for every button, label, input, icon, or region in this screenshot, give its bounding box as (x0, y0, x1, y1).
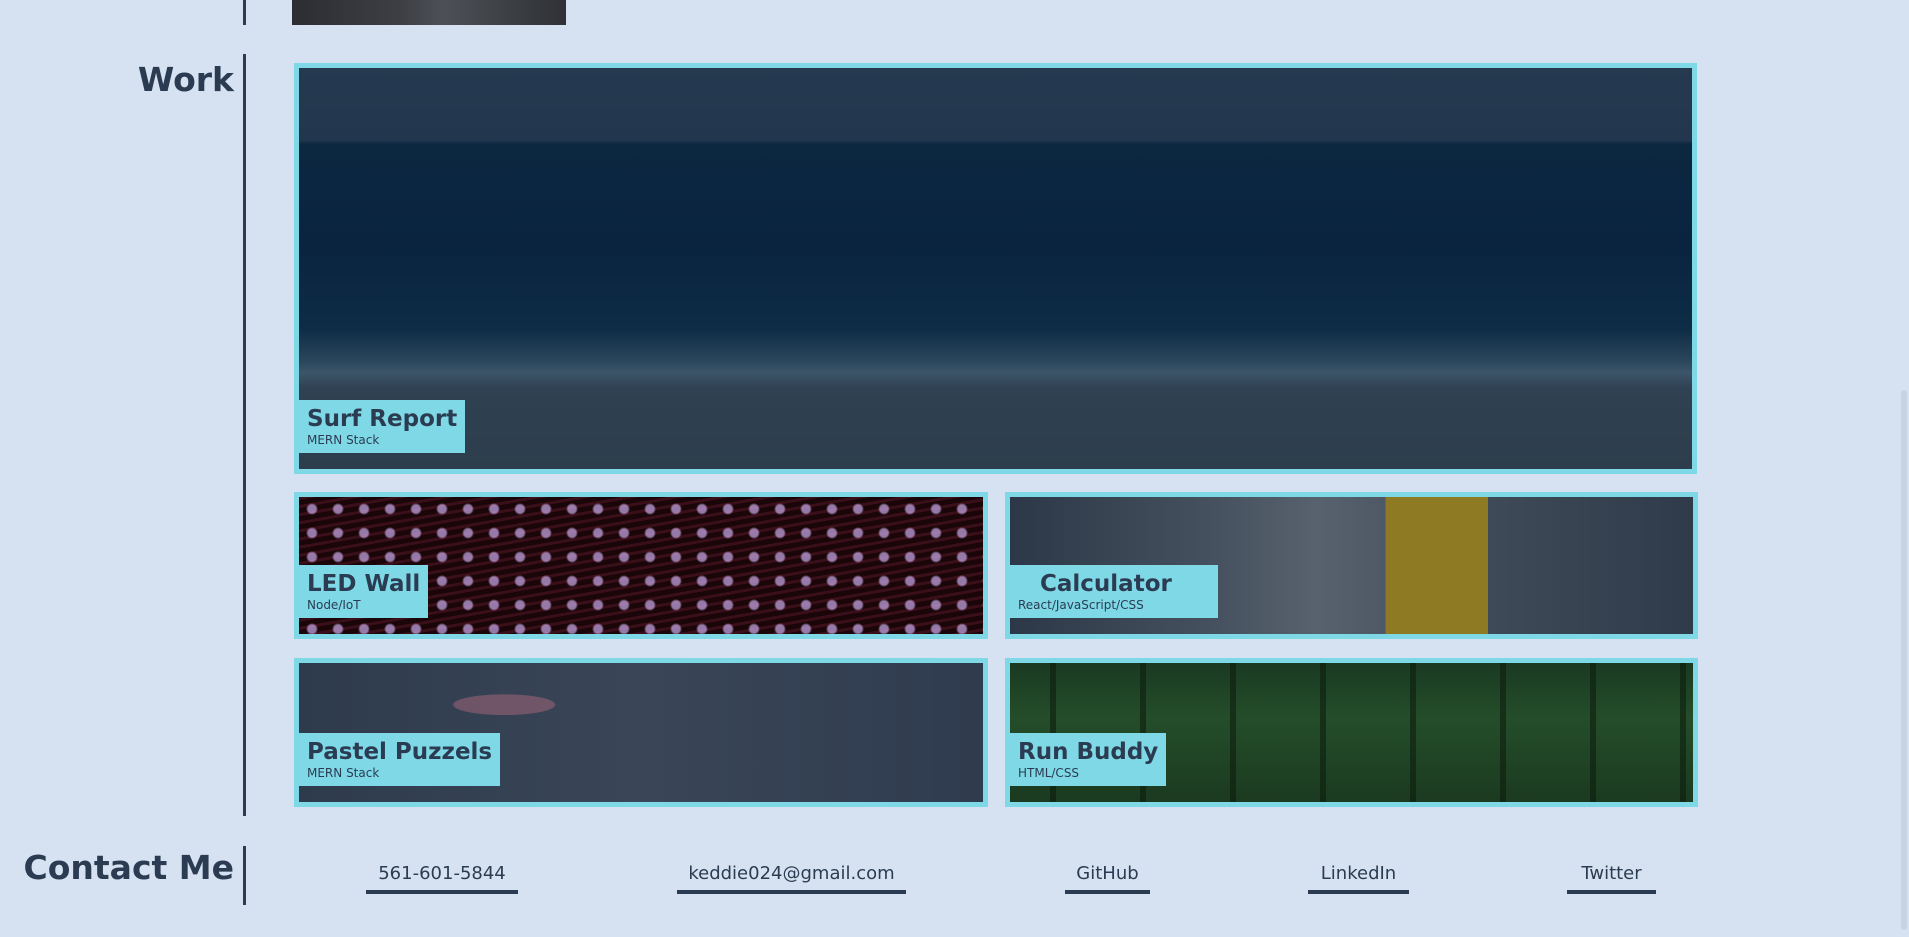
contact-section-title: Contact Me (23, 848, 234, 887)
contact-email-link[interactable]: keddie024@gmail.com (677, 863, 906, 894)
project-caption: Calculator React/JavaScript/CSS (1010, 565, 1218, 618)
project-tech: MERN Stack (307, 766, 380, 780)
project-caption: Pastel Puzzels MERN Stack (299, 733, 501, 786)
project-card-run-buddy[interactable]: Run Buddy HTML/CSS (1005, 658, 1698, 807)
profile-photo (292, 0, 566, 25)
contact-github-link[interactable]: GitHub (1065, 863, 1150, 894)
section-divider-line (243, 846, 246, 905)
work-section-title: Work (137, 60, 234, 99)
contact-linkedin-link[interactable]: LinkedIn (1308, 863, 1409, 894)
project-tech: React/JavaScript/CSS (1018, 598, 1144, 612)
project-card-led-wall[interactable]: LED Wall Node/IoT (294, 492, 988, 639)
section-divider-line (243, 0, 246, 25)
scrollbar-thumb[interactable] (1901, 390, 1907, 930)
project-name: Run Buddy (1018, 739, 1159, 765)
project-card-surf-report[interactable]: Surf Report MERN Stack (294, 63, 1697, 474)
page-scrollbar[interactable] (1897, 0, 1909, 937)
contact-phone-link[interactable]: 561-601-5844 (366, 863, 518, 894)
project-image (299, 68, 1692, 469)
project-card-pastel-puzzels[interactable]: Pastel Puzzels MERN Stack (294, 658, 988, 807)
project-name: Surf Report (307, 406, 458, 432)
project-name: Calculator (1040, 571, 1172, 597)
project-card-calculator[interactable]: Calculator React/JavaScript/CSS (1005, 492, 1698, 639)
section-divider-line (243, 54, 246, 816)
project-caption: Surf Report MERN Stack (299, 400, 466, 453)
project-tech: Node/IoT (307, 598, 361, 612)
project-tech: MERN Stack (307, 433, 380, 447)
project-caption: Run Buddy HTML/CSS (1010, 733, 1167, 786)
project-name: Pastel Puzzels (307, 739, 493, 765)
project-caption: LED Wall Node/IoT (299, 565, 429, 618)
project-name: LED Wall (307, 571, 421, 597)
contact-twitter-link[interactable]: Twitter (1567, 863, 1656, 894)
project-tech: HTML/CSS (1018, 766, 1080, 780)
